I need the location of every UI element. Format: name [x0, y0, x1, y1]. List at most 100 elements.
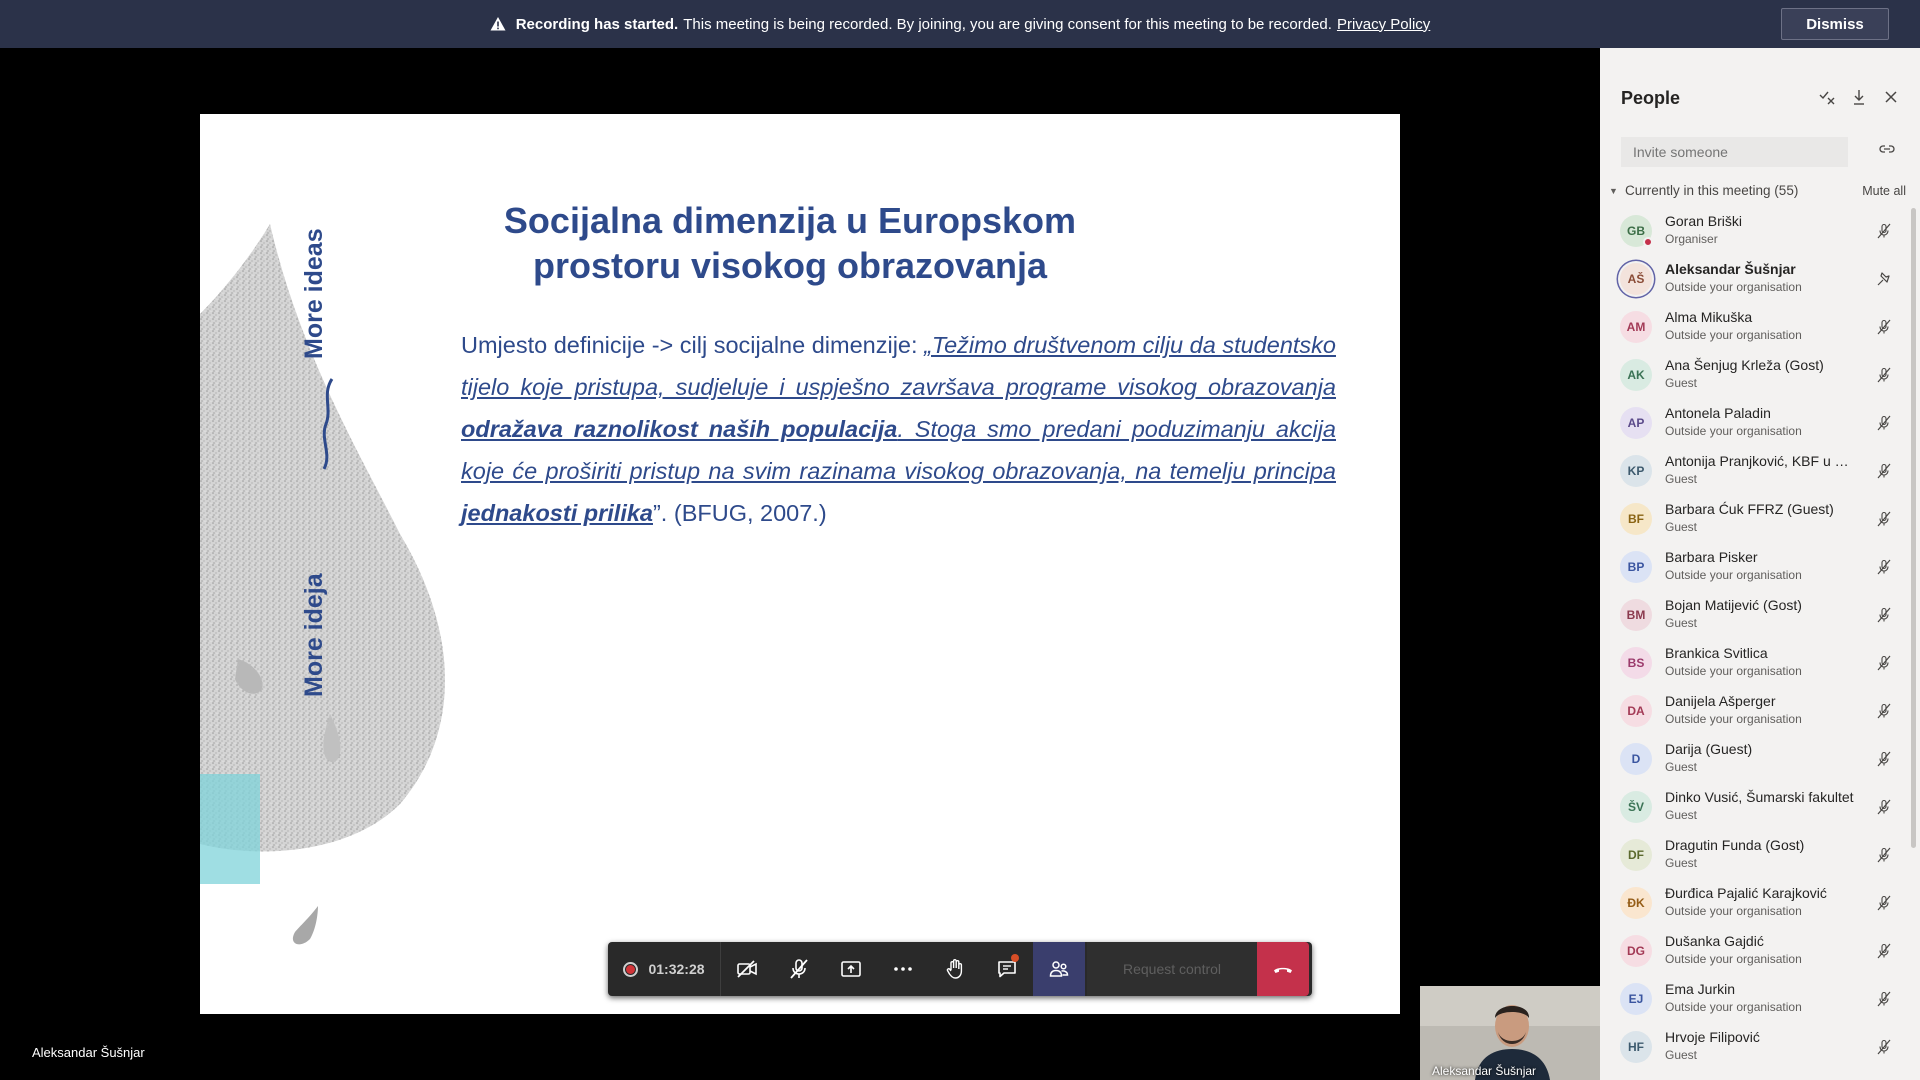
vertical-text-more-ideja: More ideja — [300, 573, 328, 697]
avatar: GB — [1620, 215, 1653, 247]
participant-role: Outside your organisation — [1665, 952, 1802, 966]
avatar-initials: AM — [1626, 320, 1646, 334]
participant-list: GB Goran Briški Organiser AŠ Aleksandar Šušn… — [1600, 207, 1910, 1071]
participant-row[interactable]: BM Bojan Matijević (Gost) Guest — [1600, 591, 1910, 639]
pin-icon[interactable] — [1875, 270, 1893, 288]
slide-body-intro: Umjesto definicije -> cilj socijalne dim… — [461, 332, 925, 358]
recording-indicator-icon — [623, 961, 639, 977]
participant-row[interactable]: AK Ana Šenjug Krleža (Gost) Guest — [1600, 351, 1910, 399]
mic-off-icon[interactable] — [1875, 414, 1893, 432]
participant-row[interactable]: D Darija (Guest) Guest — [1600, 735, 1910, 783]
download-icon[interactable] — [1850, 88, 1868, 106]
slide-quote-bold-2: jednakosti prilika — [461, 500, 653, 526]
participant-name: Dragutin Funda (Gost) — [1665, 837, 1805, 853]
invite-someone-input[interactable] — [1621, 137, 1848, 167]
call-control-bar: 01:32:28 Request control — [608, 942, 1312, 996]
participant-row[interactable]: BP Barbara Pisker Outside your organisatio… — [1600, 543, 1910, 591]
mic-off-icon[interactable] — [1875, 750, 1893, 768]
participant-row[interactable]: GB Goran Briški Organiser — [1600, 207, 1910, 255]
participant-row[interactable]: HF Hrvoje Filipović Guest — [1600, 1023, 1910, 1071]
participant-row[interactable]: DF Dragutin Funda (Gost) Guest — [1600, 831, 1910, 879]
participant-name: Ana Šenjug Krleža (Gost) — [1665, 357, 1824, 373]
warning-icon — [490, 17, 506, 31]
panel-header-actions — [1818, 88, 1900, 106]
mic-off-icon[interactable] — [1875, 942, 1893, 960]
participant-role: Guest — [1665, 520, 1698, 534]
slide-quote-bold-1: odražava raznolikost naših populacija — [461, 416, 898, 442]
participant-role: Outside your organisation — [1665, 712, 1802, 726]
avatar: DA — [1620, 695, 1652, 727]
mic-off-icon[interactable] — [1875, 222, 1893, 240]
more-actions-button[interactable] — [877, 942, 929, 996]
avatar: D — [1620, 743, 1652, 775]
mute-all-button[interactable]: Mute all — [1862, 184, 1906, 198]
mute-button[interactable] — [773, 942, 825, 996]
chat-button[interactable] — [981, 942, 1033, 996]
mic-off-icon[interactable] — [1875, 846, 1893, 864]
mic-off-icon[interactable] — [1875, 702, 1893, 720]
participant-name: Antonija Pranjković, KBF u Đakovu — [1665, 453, 1855, 469]
mic-off-icon[interactable] — [1875, 606, 1893, 624]
participant-name: Antonela Paladin — [1665, 405, 1771, 421]
participant-row[interactable]: EJ Ema Jurkin Outside your organisation — [1600, 975, 1910, 1023]
dismiss-button[interactable]: Dismiss — [1781, 8, 1889, 40]
share-invite-link-icon[interactable] — [1878, 140, 1896, 158]
participant-role: Outside your organisation — [1665, 904, 1802, 918]
unread-badge — [1011, 954, 1019, 962]
mic-off-icon[interactable] — [1875, 894, 1893, 912]
participant-name: Barbara Ćuk FFRZ (Guest) — [1665, 501, 1834, 517]
show-participants-button[interactable] — [1033, 942, 1085, 996]
dismiss-all-icon[interactable] — [1818, 88, 1836, 106]
hang-up-icon — [1274, 967, 1292, 973]
raise-hand-button[interactable] — [929, 942, 981, 996]
avatar: KP — [1620, 455, 1652, 487]
participant-row[interactable]: BS Brankica Svitlica Outside your organisa… — [1600, 639, 1910, 687]
participant-name: Dušanka Gajdić — [1665, 933, 1764, 949]
participant-row[interactable]: ĐK Đurđica Pajalić Karajković Outside your… — [1600, 879, 1910, 927]
participant-row[interactable]: KP Antonija Pranjković, KBF u Đakovu Guest — [1600, 447, 1910, 495]
chevron-down-icon: ▼ — [1609, 185, 1618, 196]
close-icon[interactable] — [1882, 88, 1900, 106]
participant-row[interactable]: DG Dušanka Gajdić Outside your organisatio… — [1600, 927, 1910, 975]
mic-off-icon[interactable] — [1875, 462, 1893, 480]
avatar-initials: BP — [1627, 560, 1645, 574]
participant-name: Đurđica Pajalić Karajković — [1665, 885, 1827, 901]
hang-up-button[interactable] — [1257, 942, 1309, 996]
vertical-text-group: More ideas More ideja — [295, 219, 335, 697]
mic-off-icon[interactable] — [1875, 366, 1893, 384]
mic-off-icon[interactable] — [1875, 798, 1893, 816]
share-screen-button[interactable] — [825, 942, 877, 996]
avatar-initials: AP — [1627, 416, 1645, 430]
participant-row[interactable]: AP Antonela Paladin Outside your organisat… — [1600, 399, 1910, 447]
participant-row[interactable]: BF Barbara Ćuk FFRZ (Guest) Guest — [1600, 495, 1910, 543]
avatar-initials: EJ — [1628, 992, 1644, 1006]
avatar-initials: BF — [1628, 512, 1644, 526]
recording-banner: Recording has started. This meeting is b… — [0, 0, 1920, 48]
request-control-button[interactable]: Request control — [1087, 942, 1257, 996]
participant-row[interactable]: AŠ Aleksandar Šušnjar Outside your organis… — [1600, 255, 1910, 303]
mic-off-icon[interactable] — [1875, 990, 1893, 1008]
slide-citation: ”. (BFUG, 2007.) — [652, 500, 827, 526]
participant-name: Ema Jurkin — [1665, 981, 1736, 997]
mic-off-icon[interactable] — [1875, 510, 1893, 528]
avatar: ĐK — [1620, 887, 1652, 919]
participant-name: Goran Briški — [1665, 213, 1743, 229]
panel-scrollbar[interactable] — [1911, 208, 1916, 848]
mic-off-icon[interactable] — [1875, 654, 1893, 672]
avatar-initials: ŠV — [1627, 800, 1644, 814]
mic-off-icon[interactable] — [1875, 318, 1893, 336]
participant-row[interactable]: ŠV Dinko Vusić, Šumarski fakultet Guest — [1600, 783, 1910, 831]
privacy-policy-link[interactable]: Privacy Policy — [1337, 16, 1430, 33]
avatar-initials: HF — [1628, 1040, 1644, 1054]
avatar: BP — [1620, 551, 1652, 583]
participant-row[interactable]: DA Danijela Ašperger Outside your organisa… — [1600, 687, 1910, 735]
participant-role: Outside your organisation — [1665, 424, 1802, 438]
mic-off-icon[interactable] — [1875, 558, 1893, 576]
self-video-preview[interactable]: Aleksandar Šušnjar — [1420, 986, 1600, 1080]
avatar-initials: D — [1631, 752, 1641, 766]
mic-off-icon[interactable] — [1875, 1038, 1893, 1056]
participant-row[interactable]: AM Alma Mikuška Outside your organisation — [1600, 303, 1910, 351]
camera-off-button[interactable] — [721, 942, 773, 996]
avatar: BS — [1620, 647, 1652, 679]
participant-name: Darija (Guest) — [1665, 741, 1753, 757]
